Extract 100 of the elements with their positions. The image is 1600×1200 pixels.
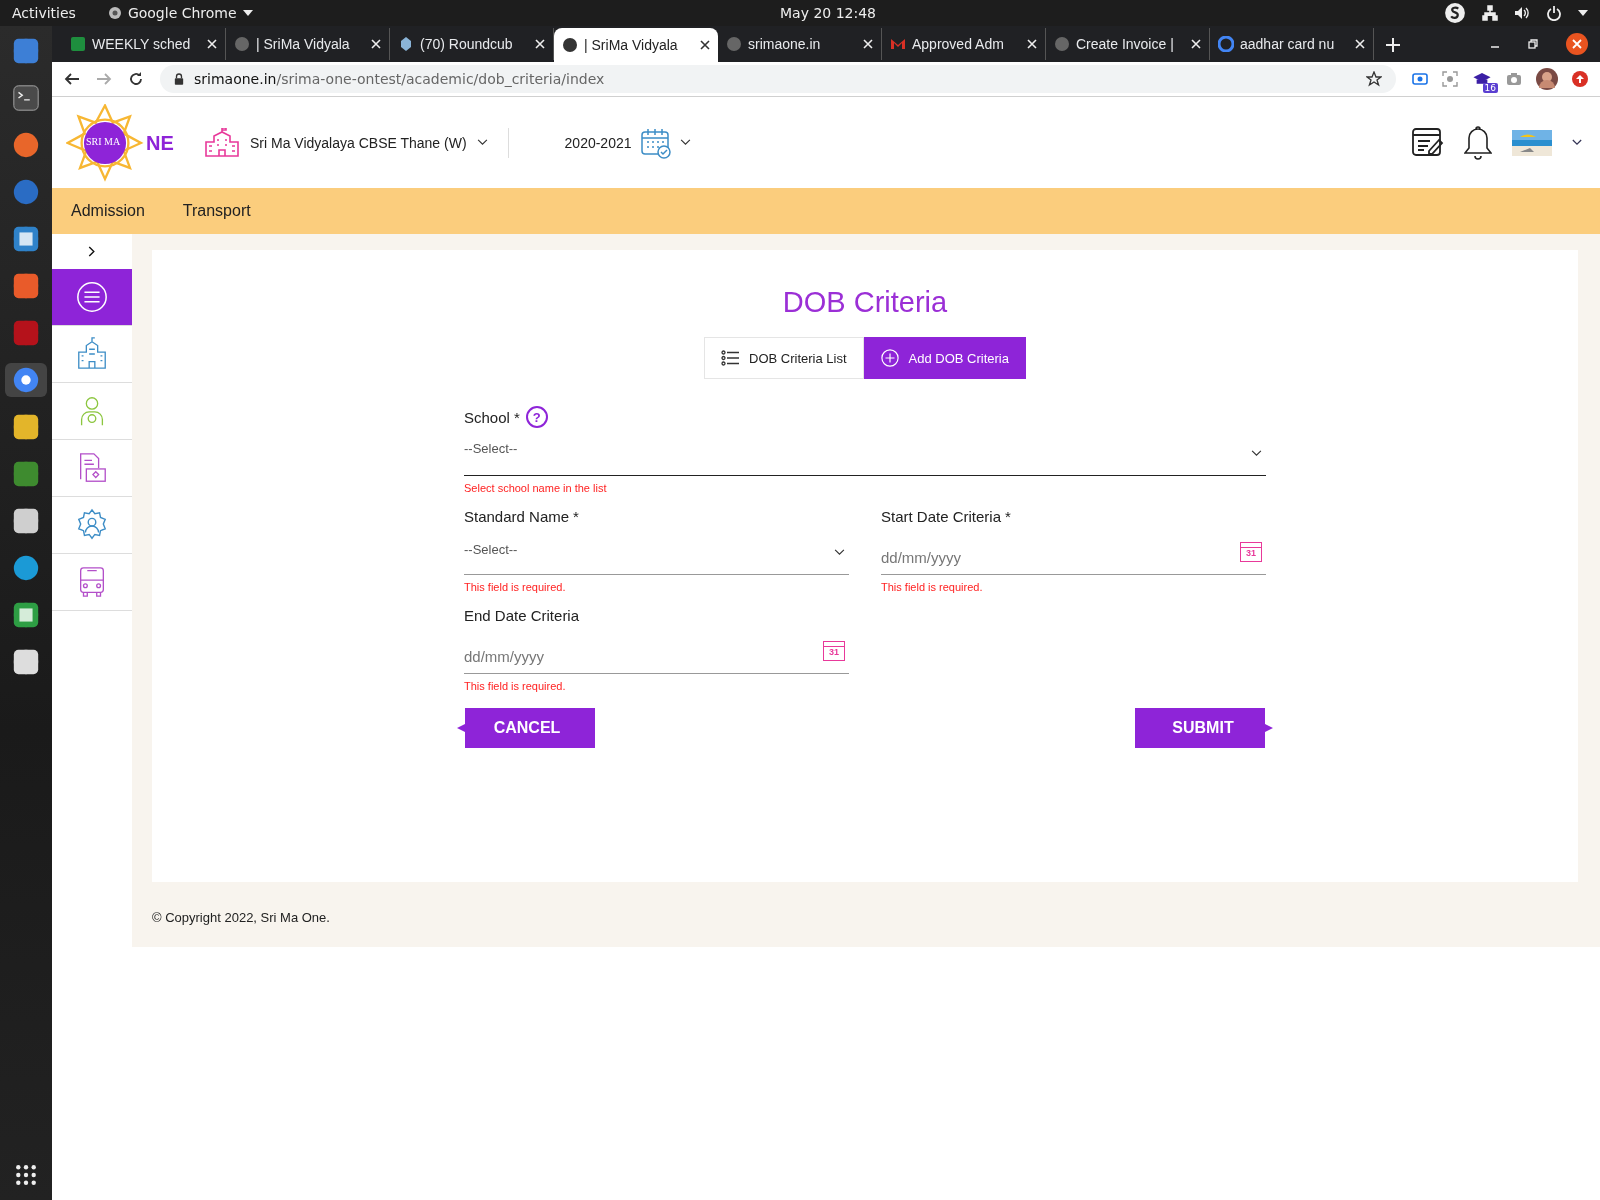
- error-message: Select school name in the list: [464, 482, 608, 494]
- tab-title: | SriMa Vidyala: [256, 36, 351, 52]
- url-text: srimaone.in/srima-one-ontest/academic/dob_criteria/index: [194, 71, 605, 87]
- favicon-icon: [70, 36, 86, 52]
- favicon-icon: [398, 36, 414, 52]
- restore-icon[interactable]: [1528, 39, 1538, 49]
- field-label: School *: [464, 408, 520, 426]
- browser-tab[interactable]: Approved Adm: [882, 28, 1046, 60]
- app-launcher-icon[interactable]: [11, 83, 41, 113]
- field-label: End Date Criteria: [464, 606, 580, 624]
- profile-avatar[interactable]: [1536, 68, 1558, 90]
- logo-text: SRI MA: [86, 135, 121, 147]
- update-icon[interactable]: [1572, 71, 1588, 87]
- chat-app-icon[interactable]: [1444, 2, 1466, 24]
- page-title: DOB Criteria: [782, 286, 948, 319]
- back-icon[interactable]: [64, 71, 80, 87]
- tab-title: aadhar card nu: [1240, 36, 1336, 52]
- browser-tab[interactable]: | SriMa Vidyala: [554, 28, 718, 62]
- tab-title: Create Invoice |: [1076, 36, 1175, 52]
- list-icon: [721, 350, 739, 366]
- caret-icon: [242, 10, 253, 16]
- lock-icon: [174, 73, 184, 85]
- chevron-down-icon: [834, 548, 845, 556]
- sidebar-icon: [75, 280, 109, 314]
- calendar-icon[interactable]: 31: [1240, 542, 1262, 562]
- favicon-icon: [234, 36, 250, 52]
- app-launcher-icon[interactable]: [11, 412, 41, 442]
- browser-tab[interactable]: aadhar card nu: [1210, 28, 1374, 60]
- logo[interactable]: SRI MA NE: [66, 102, 174, 183]
- select-field[interactable]: --Select--: [464, 530, 849, 575]
- network-icon[interactable]: [1482, 5, 1498, 21]
- address-bar[interactable]: srimaone.in/srima-one-ontest/academic/dob_criteria/index: [160, 65, 1396, 93]
- tab-title: (70) Roundcub: [420, 36, 514, 52]
- tab-title: srimaone.in: [748, 36, 822, 52]
- caret-icon[interactable]: [1578, 10, 1588, 16]
- chevron-right-icon[interactable]: [88, 246, 96, 257]
- sidebar-item[interactable]: [52, 269, 132, 326]
- chevron-down-icon[interactable]: [1572, 139, 1582, 146]
- star-icon[interactable]: [1366, 71, 1382, 87]
- app-launcher-icon[interactable]: [11, 224, 41, 254]
- nav-menu-item[interactable]: Transport: [182, 202, 251, 220]
- submit-button[interactable]: SUBMIT: [1135, 708, 1273, 748]
- date-field[interactable]: dd/mm/yyyy 31: [881, 530, 1266, 575]
- favicon-icon: [1218, 36, 1234, 52]
- new-tab-icon[interactable]: [1386, 38, 1400, 52]
- field-label: Standard Name *: [464, 507, 579, 525]
- app-menu[interactable]: Google Chrome: [107, 5, 253, 21]
- calendar-icon[interactable]: 31: [823, 641, 845, 661]
- chevron-down-icon: [476, 139, 488, 146]
- nav-menu-item[interactable]: Admission: [71, 202, 145, 220]
- year-selector[interactable]: 2020-2021: [564, 126, 691, 159]
- chevron-down-icon: [679, 139, 691, 146]
- bell-icon[interactable]: [1464, 125, 1492, 160]
- error-message: This field is required.: [464, 581, 567, 593]
- select-field[interactable]: --Select--: [464, 431, 1266, 476]
- close-icon[interactable]: [700, 40, 710, 50]
- favicon-icon: [890, 36, 906, 52]
- calendar-check-icon: [639, 126, 672, 159]
- reload-icon[interactable]: [128, 71, 144, 87]
- browser-tab[interactable]: srimaone.in: [718, 28, 882, 60]
- browser-icon: [107, 6, 122, 20]
- app-launcher-icon[interactable]: [11, 365, 41, 395]
- tab[interactable]: Add DOB Criteria: [863, 337, 1026, 379]
- app-launcher-icon[interactable]: [11, 506, 41, 536]
- favicon-icon: [726, 36, 742, 52]
- error-message: This field is required.: [464, 680, 567, 692]
- app-launcher-icon[interactable]: [11, 647, 41, 677]
- tab[interactable]: DOB Criteria List: [704, 337, 864, 379]
- extension-icon[interactable]: [1412, 71, 1428, 87]
- tab-title: Approved Adm: [912, 36, 1005, 52]
- app-launcher-icon[interactable]: [11, 600, 41, 630]
- browser-tab[interactable]: WEEKLY sched: [62, 28, 226, 60]
- edit-note-icon[interactable]: [1412, 127, 1444, 158]
- tab-title: | SriMa Vidyala: [584, 37, 679, 53]
- chevron-down-icon: [1251, 449, 1262, 457]
- school-building-icon: [204, 127, 240, 158]
- clock: May 20 12:48: [780, 5, 876, 21]
- sidebar-icon: [75, 508, 109, 542]
- date-field[interactable]: dd/mm/yyyy 31: [464, 629, 849, 674]
- power-icon[interactable]: [1546, 5, 1562, 21]
- tab-title: WEEKLY sched: [92, 36, 192, 52]
- camera-icon[interactable]: [1506, 71, 1522, 87]
- browser-tab[interactable]: | SriMa Vidyala: [226, 28, 390, 60]
- cancel-button[interactable]: CANCEL: [457, 708, 595, 748]
- browser-tab[interactable]: Create Invoice |: [1046, 28, 1210, 60]
- volume-icon[interactable]: [1514, 5, 1530, 21]
- screenshot-icon[interactable]: [1442, 71, 1458, 87]
- app-grid-icon[interactable]: [15, 1164, 37, 1186]
- favicon-icon: [1054, 36, 1070, 52]
- count-badge: 16: [1482, 82, 1498, 93]
- activities-button[interactable]: Activities: [12, 5, 76, 21]
- copyright-text: © Copyright 2022, Sri Ma One.: [152, 910, 331, 925]
- sidebar-icon: [75, 337, 109, 371]
- add-icon: [880, 349, 899, 367]
- field-label: Start Date Criteria *: [881, 507, 1011, 525]
- close-window-icon[interactable]: [1566, 33, 1588, 55]
- help-icon[interactable]: ?: [525, 406, 548, 428]
- error-message: This field is required.: [881, 581, 984, 593]
- school-selector[interactable]: Sri Ma Vidyalaya CBSE Thane (W): [204, 127, 488, 158]
- favicon-icon: [562, 37, 578, 53]
